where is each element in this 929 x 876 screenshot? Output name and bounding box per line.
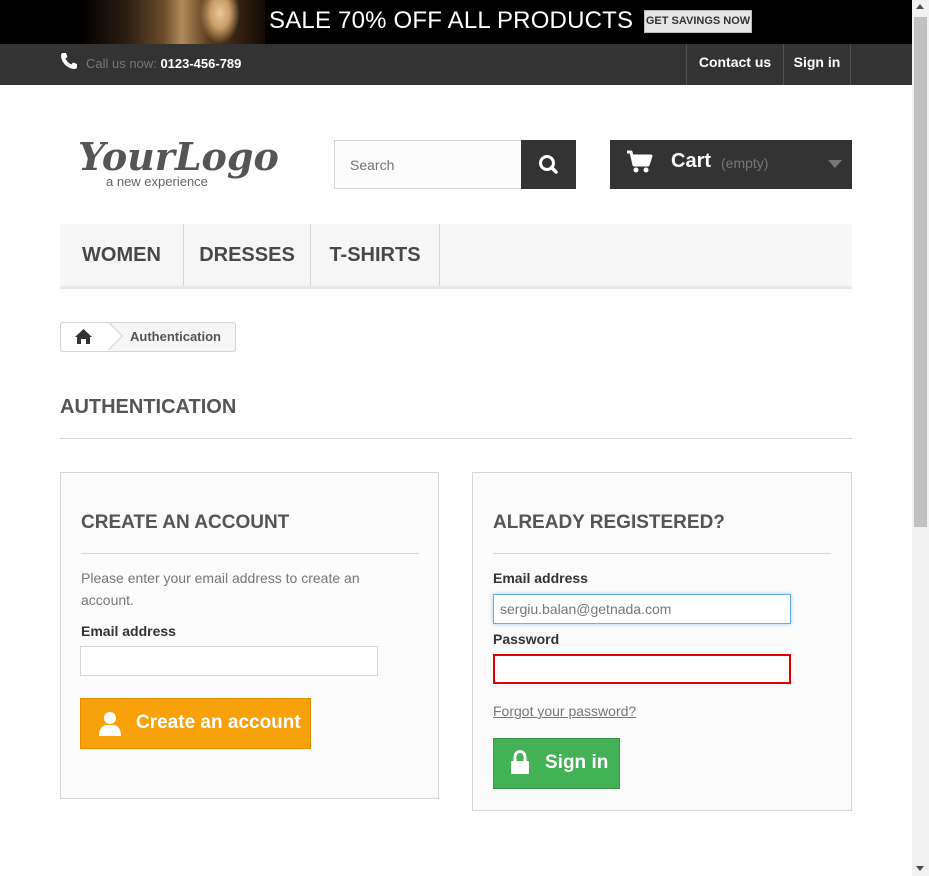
search-button[interactable] [521, 140, 576, 189]
create-account-intro: Please enter your email address to creat… [81, 570, 360, 608]
contact-us-link[interactable]: Contact us [686, 44, 783, 85]
password-label: Password [493, 631, 560, 647]
menu-item-tshirts[interactable]: T-SHIRTS [311, 224, 440, 286]
phone-icon [61, 53, 77, 69]
promo-banner[interactable]: SALE 70% OFF ALL PRODUCTS GET SAVINGS NO… [0, 0, 912, 44]
breadcrumb-current: Authentication [130, 329, 221, 344]
chevron-down-icon[interactable] [828, 160, 842, 168]
home-icon [75, 329, 92, 344]
search-icon [539, 155, 558, 174]
call-prefix: Call us now: [86, 56, 157, 71]
user-icon [99, 712, 121, 736]
create-account-label: Create an account [136, 712, 301, 733]
cart-status: (empty) [721, 155, 769, 171]
forgot-password-link[interactable]: Forgot your password? [493, 703, 636, 719]
password-input[interactable] [493, 654, 791, 684]
sign-in-label: Sign in [545, 752, 609, 773]
lock-icon [511, 750, 529, 774]
sign-in-button[interactable]: Sign in [493, 738, 620, 789]
login-form: ALREADY REGISTERED? Email address Passwo… [472, 472, 852, 811]
page-title: AUTHENTICATION [60, 396, 852, 439]
search-input[interactable] [334, 140, 522, 189]
get-savings-button[interactable]: GET SAVINGS NOW [644, 10, 752, 33]
page: SALE 70% OFF ALL PRODUCTS GET SAVINGS NO… [0, 0, 912, 876]
breadcrumb: Authentication [60, 321, 236, 352]
cart-block[interactable]: Cart (empty) [610, 140, 852, 189]
create-account-form: CREATE AN ACCOUNT Please enter your emai… [60, 472, 439, 799]
scroll-down-icon[interactable] [916, 866, 924, 871]
banner-headline: SALE 70% OFF ALL PRODUCTS [269, 7, 634, 34]
top-sign-in-link[interactable]: Sign in [783, 44, 851, 85]
menu-item-dresses[interactable]: DRESSES [184, 224, 311, 286]
login-email-label: Email address [493, 570, 588, 586]
call-us-text: Call us now: 0123-456-789 [86, 56, 241, 71]
login-heading: ALREADY REGISTERED? [493, 512, 831, 554]
logo-text: YourLogo [78, 134, 278, 179]
breadcrumb-home[interactable] [61, 323, 106, 351]
scrollbar-thumb[interactable] [914, 17, 927, 527]
menu-item-women[interactable]: WOMEN [60, 224, 184, 286]
banner-model-image [80, 0, 265, 44]
create-account-button[interactable]: Create an account [80, 698, 311, 749]
site-logo[interactable]: YourLogo a new experience [78, 132, 278, 192]
phone-number: 0123-456-789 [160, 56, 242, 71]
vertical-scrollbar[interactable] [912, 0, 929, 876]
create-email-label: Email address [81, 623, 176, 639]
create-account-heading: CREATE AN ACCOUNT [81, 512, 419, 554]
main-menu: WOMEN DRESSES T-SHIRTS [60, 224, 852, 289]
logo-tagline: a new experience [106, 174, 208, 189]
cart-icon [627, 150, 653, 173]
login-email-input[interactable] [493, 594, 791, 624]
create-email-input[interactable] [80, 646, 378, 676]
cart-label: Cart [671, 150, 712, 172]
scroll-up-icon[interactable] [916, 4, 924, 9]
